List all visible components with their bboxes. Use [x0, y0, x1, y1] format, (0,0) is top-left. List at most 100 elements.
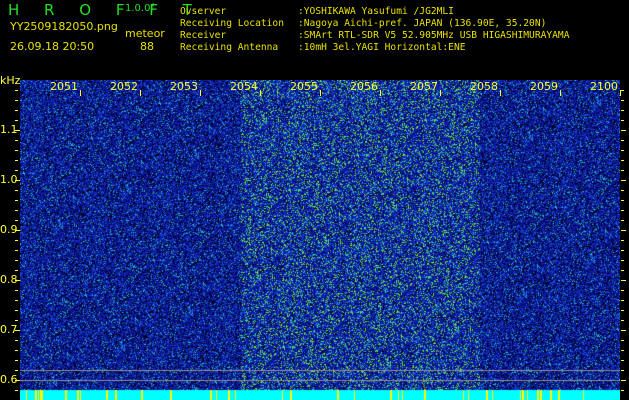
info-value: :10mH 3el.YAGI Horizontal:ENE: [298, 42, 466, 53]
y-tick: [621, 380, 626, 381]
info-antenna: Receiving Antenna :10mH 3el.YAGI Horizont…: [180, 42, 466, 53]
y-tick: [621, 340, 624, 341]
spectrogram: [20, 80, 620, 400]
y-tick: [621, 330, 626, 331]
y-tick: [621, 250, 624, 251]
x-tick-label: 2057: [410, 80, 438, 93]
y-tick: [621, 130, 626, 131]
y-tick: [15, 130, 20, 131]
y-tick: [621, 170, 624, 171]
x-tick-label: 2052: [110, 80, 138, 93]
x-tick-label: 2059: [530, 80, 558, 93]
y-tick: [15, 290, 18, 291]
y-tick: [621, 390, 624, 391]
y-tick: [621, 120, 624, 121]
y-tick: [621, 230, 626, 231]
y-tick: [621, 160, 624, 161]
y-tick: [621, 140, 624, 141]
meteor-label: meteor: [125, 27, 165, 40]
x-tick-label: 2100: [590, 80, 618, 93]
y-tick: [621, 260, 624, 261]
y-tick: [15, 190, 18, 191]
hrofft-window: H R O F F T 1.0.0f YY2509182050.png 26.0…: [0, 0, 629, 400]
x-tick: [380, 90, 381, 96]
y-tick-label: 0.7: [0, 323, 18, 336]
x-tick-label: 2053: [170, 80, 198, 93]
y-tick: [621, 150, 624, 151]
y-tick: [621, 180, 626, 181]
y-tick: [15, 270, 18, 271]
info-location: Receiving Location :Nagoya Aichi-pref. JA…: [180, 18, 546, 29]
y-tick: [15, 210, 18, 211]
y-tick: [15, 280, 20, 281]
x-tick: [560, 90, 561, 96]
y-tick-label: 1.1: [0, 123, 18, 136]
y-tick: [15, 390, 18, 391]
y-tick: [15, 380, 20, 381]
y-tick: [621, 240, 624, 241]
y-tick: [621, 220, 624, 221]
y-tick: [15, 90, 18, 91]
y-tick: [15, 300, 18, 301]
y-tick: [15, 140, 18, 141]
y-tick: [15, 370, 18, 371]
y-tick: [621, 110, 624, 111]
y-tick: [15, 200, 18, 201]
y-tick: [15, 350, 18, 351]
x-tick-label: 2054: [230, 80, 258, 93]
x-tick-label: 2056: [350, 80, 378, 93]
y-tick: [15, 150, 18, 151]
y-tick: [621, 100, 624, 101]
y-tick: [621, 310, 624, 311]
info-value: :Nagoya Aichi-pref. JAPAN (136.90E, 35.2…: [298, 18, 547, 29]
y-tick: [15, 180, 20, 181]
y-tick: [15, 170, 18, 171]
info-label: Receiving Antenna: [180, 42, 279, 53]
info-observer: Ovserver :YOSHIKAWA Yasufumi /JG2MLI: [180, 6, 454, 17]
x-tick-label: 2051: [50, 80, 78, 93]
y-tick: [15, 230, 20, 231]
x-tick: [320, 90, 321, 96]
y-tick: [621, 190, 624, 191]
x-tick: [500, 90, 501, 96]
y-tick: [621, 350, 624, 351]
y-tick: [15, 340, 18, 341]
y-tick: [15, 120, 18, 121]
app-title: H R O F F T: [8, 1, 202, 19]
y-tick: [621, 210, 624, 211]
app-version: 1.0.0f: [125, 3, 154, 14]
y-tick-label: 0.6: [0, 373, 18, 386]
x-tick: [260, 90, 261, 96]
y-tick: [15, 220, 18, 221]
y-tick: [15, 110, 18, 111]
x-tick: [80, 90, 81, 96]
y-tick: [15, 260, 18, 261]
y-tick-label: 0.8: [0, 273, 18, 286]
y-tick: [15, 330, 20, 331]
y-tick: [15, 160, 18, 161]
x-tick-label: 2055: [290, 80, 318, 93]
y-tick: [621, 360, 624, 361]
x-tick-label: 2058: [470, 80, 498, 93]
y-tick: [621, 300, 624, 301]
y-tick: [621, 370, 624, 371]
y-tick: [15, 360, 18, 361]
x-tick: [140, 90, 141, 96]
meteor-count: 88: [140, 40, 154, 53]
y-tick: [15, 240, 18, 241]
info-label: Ovserver: [180, 6, 227, 17]
y-tick: [621, 290, 624, 291]
info-value: :SMArt RTL-SDR V5 52.905MHz USB HIGASHIM…: [298, 30, 570, 41]
info-value: :YOSHIKAWA Yasufumi /JG2MLI: [298, 6, 454, 17]
y-tick: [15, 100, 18, 101]
y-tick: [621, 90, 624, 91]
y-tick: [15, 320, 18, 321]
y-tick: [15, 310, 18, 311]
date-time: 26.09.18 20:50: [10, 40, 95, 53]
x-tick: [200, 90, 201, 96]
info-label: Receiving Location: [180, 18, 284, 29]
x-tick: [440, 90, 441, 96]
y-tick: [621, 280, 626, 281]
file-name: YY2509182050.png: [10, 20, 118, 33]
y-unit-label: kHz: [0, 74, 21, 87]
